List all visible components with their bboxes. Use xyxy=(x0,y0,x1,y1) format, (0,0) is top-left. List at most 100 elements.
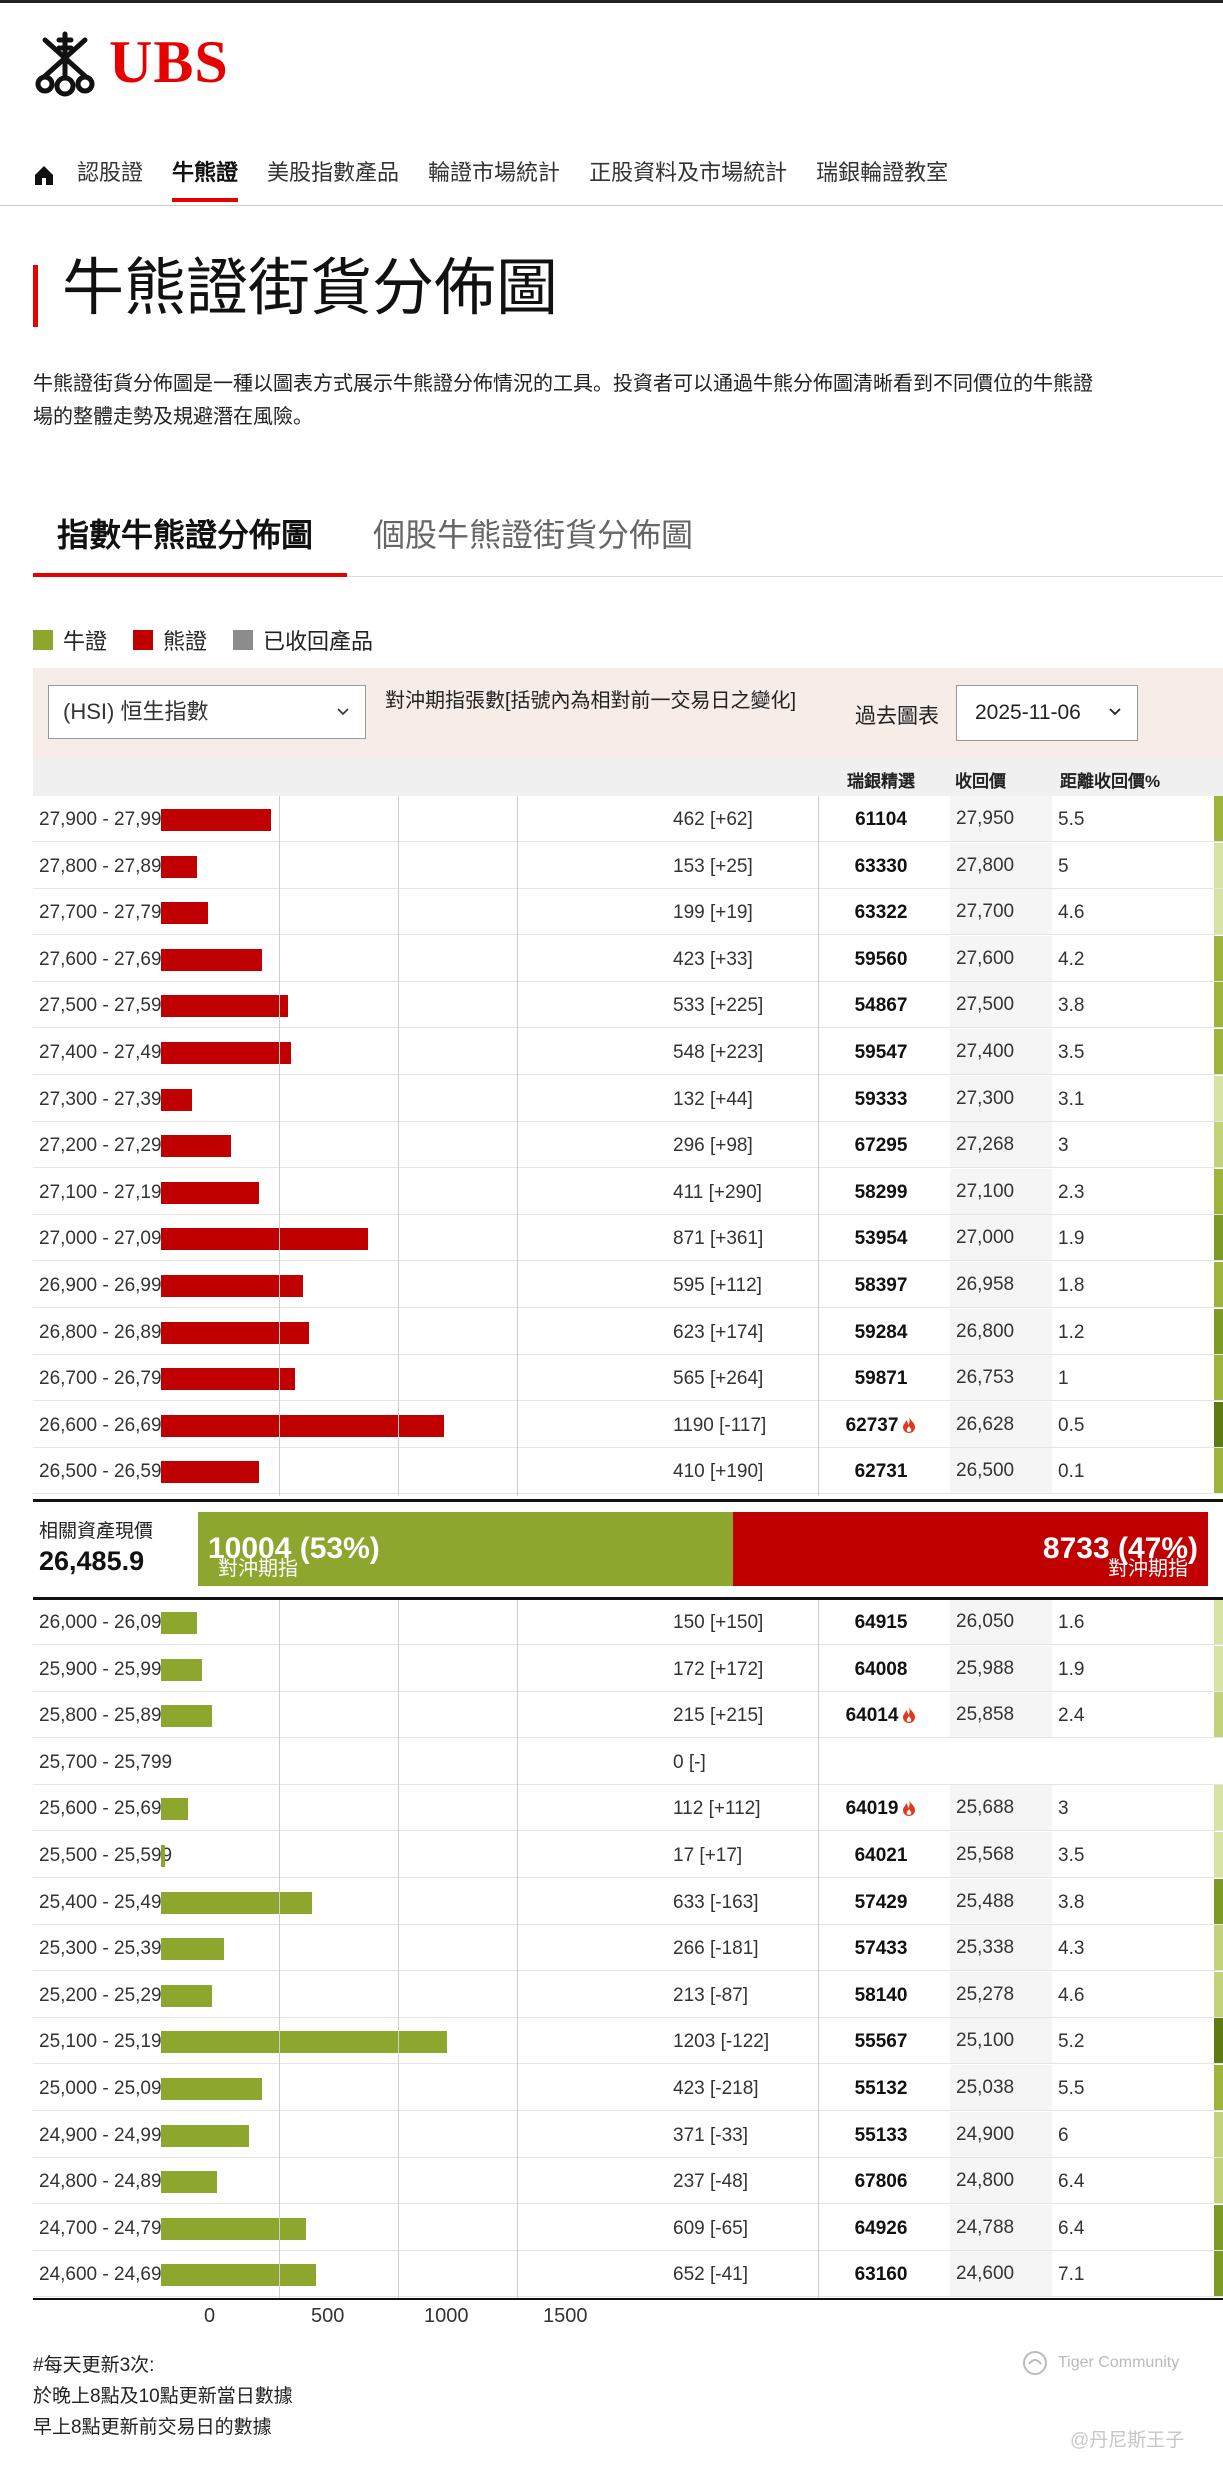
table-row[interactable]: 26,600 - 26,699 1190 [-117] 62737 26,628 0.5 xyxy=(33,1401,1223,1448)
ubs-pick-code[interactable]: 59284 xyxy=(823,1322,939,1344)
nav-item-warrant-stats[interactable]: 輪證市場統計 xyxy=(428,150,560,200)
ubs-pick-code[interactable]: 64915 xyxy=(823,1612,939,1634)
table-row[interactable]: 24,700 - 24,799 609 [-65] 64926 24,788 6.4 xyxy=(33,2204,1223,2251)
ubs-pick-code[interactable]: 63160 xyxy=(823,2264,939,2286)
nav-item-cbbc[interactable]: 牛熊證 xyxy=(172,150,239,202)
ubs-pick-code[interactable]: 58397 xyxy=(823,1275,939,1297)
ubs-pick-code[interactable]: 64008 xyxy=(823,1659,939,1681)
ubs-pick-code[interactable]: 59871 xyxy=(823,1368,939,1390)
recall-distance: 2.3 xyxy=(1058,1181,1085,1203)
pick-code-text: 59333 xyxy=(854,1088,908,1110)
recall-price: 24,900 xyxy=(950,2111,1052,2157)
bear-hedge-text: 對沖期指 8733 (47%) xyxy=(1043,1532,1198,1580)
ubs-logo[interactable]: UBS xyxy=(33,26,229,98)
table-row[interactable]: 27,600 - 27,699 423 [+33] 59560 27,600 4.2 xyxy=(33,935,1223,982)
nav-item-stock-stats[interactable]: 正股資料及市場統計 xyxy=(589,150,787,200)
table-row[interactable]: 25,800 - 25,899 215 [+215] 64014 25,858 2.4 xyxy=(33,1692,1223,1739)
ubs-pick-code[interactable]: 61104 xyxy=(823,809,939,831)
table-row[interactable]: 27,100 - 27,199 411 [+290] 58299 27,100 2.3 xyxy=(33,1168,1223,1215)
side-indicator xyxy=(1214,1168,1223,1214)
recall-distance: 4.6 xyxy=(1058,902,1085,924)
ubs-pick-code[interactable]: 63330 xyxy=(823,856,939,878)
contract-change: [+17] xyxy=(699,1845,743,1866)
table-row[interactable]: 26,000 - 26,099 150 [+150] 64915 26,050 1.6 xyxy=(33,1599,1223,1645)
table-row[interactable]: 24,800 - 24,899 237 [-48] 67806 24,800 6.4 xyxy=(33,2158,1223,2205)
table-row[interactable]: 27,500 - 27,599 533 [+225] 54867 27,500 3.8 xyxy=(33,982,1223,1029)
ubs-pick-code[interactable]: 55133 xyxy=(823,2125,939,2147)
bull-hedge-label: 對沖期指 xyxy=(218,1558,298,1580)
ubs-pick-code[interactable]: 59547 xyxy=(823,1042,939,1064)
table-row[interactable]: 27,900 - 27,999 462 [+62] 61104 27,950 5.5 xyxy=(33,796,1223,842)
ubs-pick-code[interactable]: 58299 xyxy=(823,1182,939,1204)
table-row[interactable]: 24,900 - 24,999 371 [-33] 55133 24,900 6 xyxy=(33,2111,1223,2158)
table-row[interactable]: 27,200 - 27,299 296 [+98] 67295 27,268 3 xyxy=(33,1122,1223,1169)
table-row[interactable]: 26,500 - 26,599 410 [+190] 62731 26,500 0.1 xyxy=(33,1448,1223,1495)
table-row[interactable]: 26,800 - 26,899 623 [+174] 59284 26,800 1.2 xyxy=(33,1308,1223,1355)
bull-bar xyxy=(161,2078,262,2100)
table-row[interactable]: 25,200 - 25,299 213 [-87] 58140 25,278 4.6 xyxy=(33,1971,1223,2018)
contract-change: [+215] xyxy=(709,1705,764,1727)
ubs-pick-code[interactable]: 62731 xyxy=(823,1461,939,1483)
ubs-pick-code[interactable]: 58140 xyxy=(823,1985,939,2007)
side-indicator xyxy=(1214,1739,1223,1784)
price-range: 25,600 - 25,699 xyxy=(39,1798,173,1820)
table-row[interactable]: 27,000 - 27,099 871 [+361] 53954 27,000 1.9 xyxy=(33,1215,1223,1262)
table-row[interactable]: 25,600 - 25,699 112 [+112] 64019 25,688 3 xyxy=(33,1785,1223,1832)
ubs-pick-code[interactable]: 59560 xyxy=(823,949,939,971)
table-row[interactable]: 25,300 - 25,399 266 [-181] 57433 25,338 4.3 xyxy=(33,1925,1223,1972)
header-pick: 瑞銀精選 xyxy=(847,772,915,791)
contract-change: [+172] xyxy=(709,1658,764,1680)
nav-item-education[interactable]: 瑞銀輪證教室 xyxy=(816,150,948,200)
ubs-pick-code[interactable]: 64014 xyxy=(823,1705,939,1727)
table-row[interactable]: 27,400 - 27,499 548 [+223] 59547 27,400 3.5 xyxy=(33,1029,1223,1075)
nav-item-warrants[interactable]: 認股證 xyxy=(77,150,143,200)
contract-count: 213 [-87] xyxy=(673,1985,748,2007)
table-row[interactable]: 27,800 - 27,899 153 [+25] 63330 27,800 5 xyxy=(33,842,1223,889)
index-select[interactable]: (HSI) 恒生指數 xyxy=(48,685,366,739)
table-row[interactable]: 25,000 - 25,099 423 [-218] 55132 25,038 5.5 xyxy=(33,2065,1223,2111)
ubs-pick-code[interactable]: 59333 xyxy=(823,1089,939,1111)
main-nav: 認股證 牛熊證 美股指數產品 輪證市場統計 正股資料及市場統計 瑞銀輪證教室 xyxy=(33,150,977,202)
contract-change: [+361] xyxy=(709,1228,764,1250)
ubs-pick-code[interactable]: 57433 xyxy=(823,1938,939,1960)
ubs-pick-code[interactable]: 62737 xyxy=(823,1415,939,1437)
contract-count: 595 [+112] xyxy=(673,1275,762,1297)
table-row[interactable]: 26,700 - 26,799 565 [+264] 59871 26,753 1 xyxy=(33,1355,1223,1402)
ubs-pick-code[interactable]: 54867 xyxy=(823,995,939,1017)
ubs-pick-code[interactable]: 67295 xyxy=(823,1135,939,1157)
legend-swatch xyxy=(33,630,53,650)
nav-item-us-index[interactable]: 美股指數產品 xyxy=(267,150,399,200)
ubs-pick-code[interactable]: 55567 xyxy=(823,2031,939,2053)
ubs-pick-code[interactable]: 57429 xyxy=(823,1892,939,1914)
contract-count: 423 [-218] xyxy=(673,2078,759,2100)
recall-distance: 1.8 xyxy=(1058,1275,1085,1296)
table-row[interactable]: 27,700 - 27,799 199 [+19] 63322 27,700 4.6 xyxy=(33,889,1223,936)
ubs-pick-code[interactable]: 64019 xyxy=(823,1798,939,1820)
date-select[interactable]: 2025-11-06 xyxy=(956,685,1138,741)
table-row[interactable]: 25,500 - 25,599 17 [+17] 64021 25,568 3.5 xyxy=(33,1832,1223,1878)
recall-distance: 1 xyxy=(1058,1368,1069,1390)
chevron-down-icon xyxy=(1109,708,1121,716)
recall-distance: 1.9 xyxy=(1058,1658,1085,1680)
ubs-pick-code[interactable]: 64926 xyxy=(823,2218,939,2240)
table-row[interactable]: 24,600 - 24,699 652 [-41] 63160 24,600 7.1 xyxy=(33,2251,1223,2298)
ubs-pick-code[interactable]: 67806 xyxy=(823,2171,939,2193)
table-row[interactable]: 27,300 - 27,399 132 [+44] 59333 27,300 3.1 xyxy=(33,1075,1223,1122)
side-indicator xyxy=(1214,1785,1223,1831)
home-icon[interactable] xyxy=(33,164,55,186)
table-row[interactable]: 25,100 - 25,199 1203 [-122] 55567 25,100 5.2 xyxy=(33,2018,1223,2065)
bear-bar xyxy=(161,1181,259,1204)
table-row[interactable]: 25,700 - 25,799 0 [-] xyxy=(33,1739,1223,1785)
ubs-pick-code[interactable]: 64021 xyxy=(823,1845,939,1867)
ubs-pick-code[interactable]: 63322 xyxy=(823,902,939,924)
legend-bull: 牛證 xyxy=(33,624,107,656)
table-row[interactable]: 25,900 - 25,999 172 [+172] 64008 25,988 1.9 xyxy=(33,1645,1223,1692)
tab-index-cbbc[interactable]: 指數牛熊證分佈圖 xyxy=(57,505,313,577)
tab-stock-cbbc[interactable]: 個股牛熊證街貨分佈圖 xyxy=(373,505,693,577)
x-tick-label: 500 xyxy=(311,2305,345,2327)
contract-change: [+225] xyxy=(709,995,764,1017)
table-row[interactable]: 26,900 - 26,999 595 [+112] 58397 26,958 1.8 xyxy=(33,1262,1223,1308)
ubs-pick-code[interactable]: 53954 xyxy=(823,1228,939,1250)
ubs-pick-code[interactable]: 55132 xyxy=(823,2078,939,2100)
table-row[interactable]: 25,400 - 25,499 633 [-163] 57429 25,488 3.8 xyxy=(33,1878,1223,1925)
